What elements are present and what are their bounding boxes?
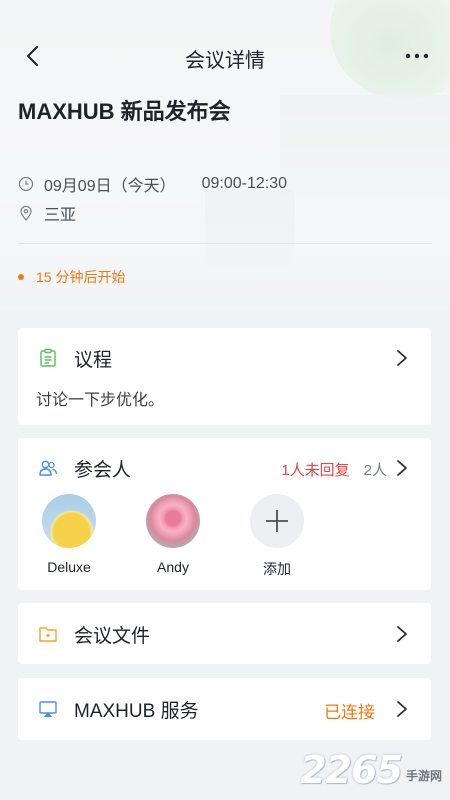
agenda-content: 讨论一下步优化。 [36,392,165,409]
people-icon [39,460,57,476]
watermark-number: 2265 [300,748,403,792]
plus-icon [266,510,288,532]
more-dots-icon [405,53,429,59]
meeting-time: 09:00-12:30 [201,175,288,192]
attendees-title: 参会人 [74,459,132,481]
add-avatar [250,494,304,548]
watermark-suffix: 手游网 [405,769,442,783]
meeting-header-area: 会议详情 MAXHUB 新品发布会 09月09日（今天） 09:00-12:30… [0,0,450,310]
files-title: 会议文件 [74,625,151,647]
meeting-status: 15 分钟后开始 [18,267,125,287]
service-connection-status: 已连接 [324,703,375,722]
background-shelf-decoration [280,95,450,215]
site-watermark: 2265 手游网 [300,748,442,792]
avatar [42,494,96,548]
status-text: 15 分钟后开始 [36,269,126,285]
agenda-card-header: 议程 [18,343,431,373]
clock-icon [18,176,34,192]
meeting-date: 09月09日（今天） [44,178,176,195]
attendee-count: 2人 [363,462,387,479]
meeting-files-card[interactable]: 会议文件 [18,603,431,664]
avatar [146,494,200,548]
background-cup-decoration [205,190,295,270]
attendee-item[interactable]: Deluxe [34,494,104,575]
add-attendee-label: 添加 [263,561,291,577]
meeting-location-row: 三亚 [18,202,76,224]
attendees-card: 参会人 1人未回复 2人 Deluxe Andy 添加 [18,438,431,590]
chevron-right-icon [397,350,407,366]
add-attendee-button[interactable]: 添加 [242,494,312,579]
location-pin-icon [20,205,32,221]
pending-reply-count: 1人未回复 [281,462,350,479]
chevron-right-icon [397,460,407,476]
attendee-name: Deluxe [47,559,91,575]
files-card-header: 会议文件 [18,619,431,649]
screen-cast-icon [39,701,57,717]
meeting-title: MAXHUB 新品发布会 [18,99,231,124]
divider [18,243,432,244]
agenda-clipboard-icon [40,348,56,367]
chevron-right-icon [397,626,407,642]
agenda-title: 议程 [74,349,113,371]
attendee-item[interactable]: Andy [138,494,208,575]
status-dot-icon [18,274,24,280]
maxhub-service-card[interactable]: MAXHUB 服务 已连接 [18,678,431,740]
folder-icon [39,627,57,642]
chevron-right-icon [397,701,407,717]
meeting-time-row: 09月09日（今天） 09:00-12:30 [18,173,287,195]
attendees-summary: 1人未回复 2人 [281,459,387,480]
attendee-name: Andy [157,559,189,575]
more-button[interactable] [404,44,430,68]
meeting-location: 三亚 [44,207,77,224]
navigation-bar: 会议详情 [0,30,450,82]
page-title: 会议详情 [185,50,265,72]
agenda-card[interactable]: 议程 讨论一下步优化。 [18,328,431,425]
service-title: MAXHUB 服务 [74,700,199,722]
